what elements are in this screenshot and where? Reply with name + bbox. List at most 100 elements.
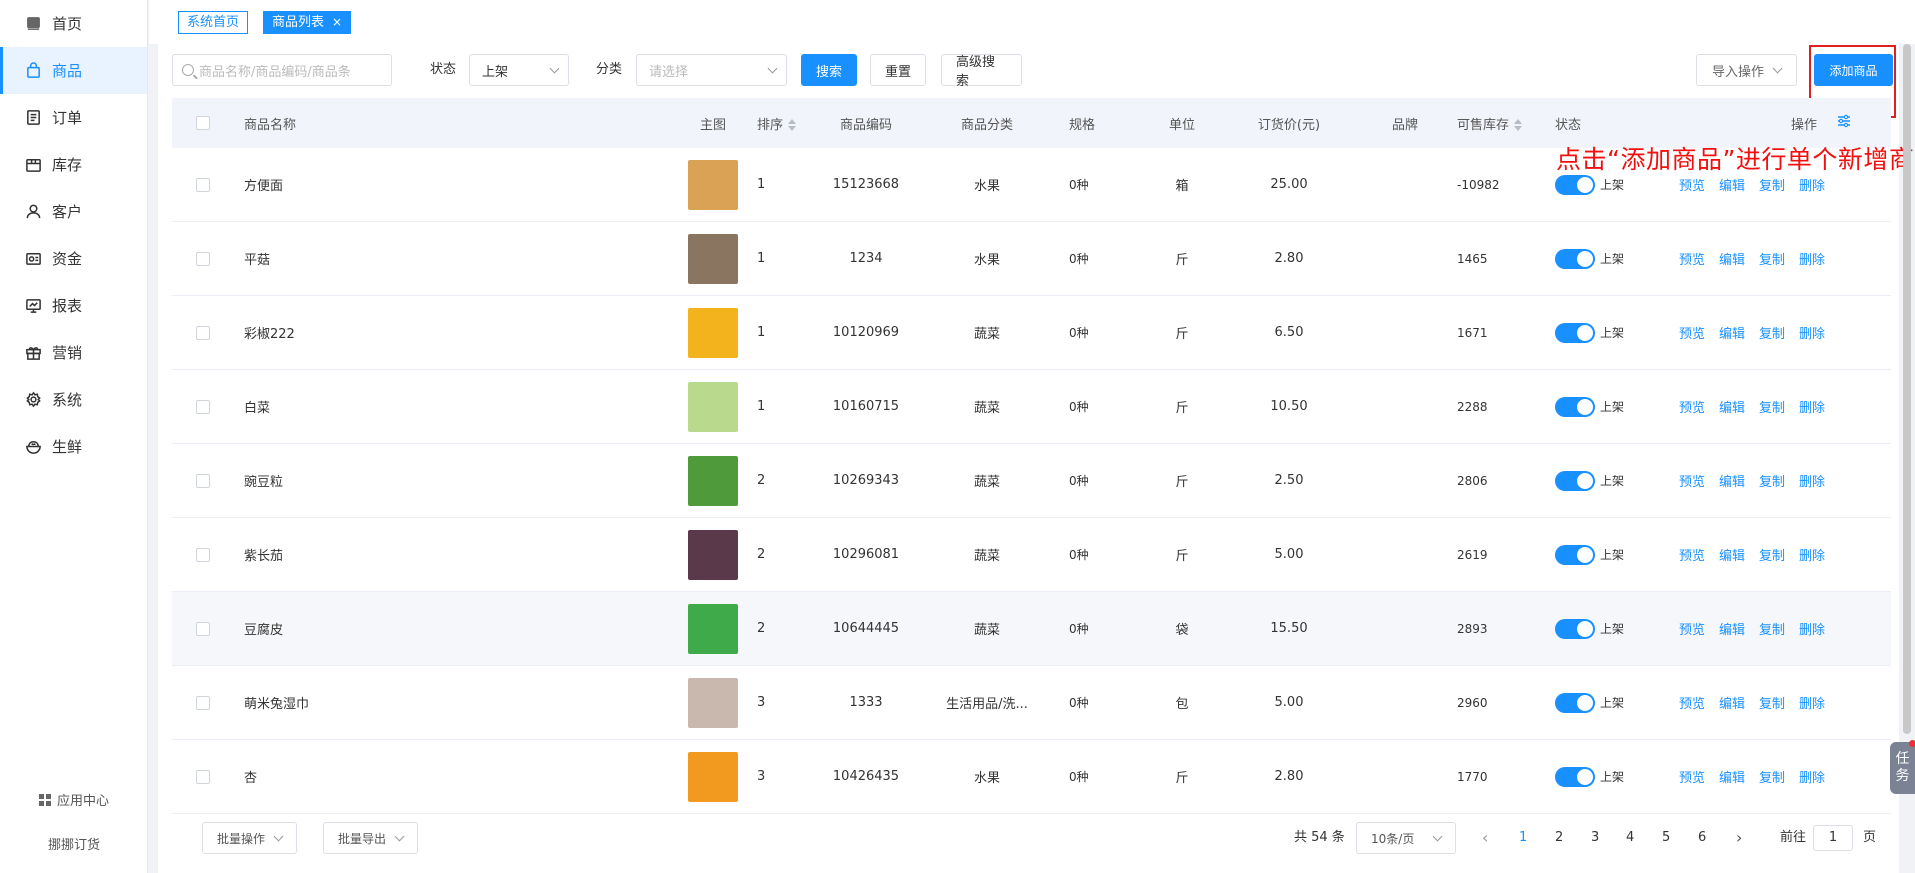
copy-link[interactable]: 复制 [1759,619,1785,638]
row-checkbox[interactable] [196,473,210,488]
sidebar-item-funds[interactable]: 资金 [0,235,147,282]
preview-link[interactable]: 预览 [1679,545,1705,564]
edit-link[interactable]: 编辑 [1719,545,1745,564]
product-image[interactable] [688,307,738,358]
page-3[interactable]: 3 [1591,822,1599,854]
sidebar-item-products[interactable]: 商品 [0,47,147,94]
row-checkbox[interactable] [196,325,210,340]
status-toggle[interactable] [1555,544,1595,565]
delete-link[interactable]: 删除 [1799,397,1825,416]
batch-export-button[interactable]: 批量导出 [323,822,419,854]
sidebar-item-system[interactable]: 系统 [0,376,147,423]
status-toggle[interactable] [1555,396,1595,417]
task-float-button[interactable]: 任 务 [1890,742,1915,794]
status-toggle[interactable] [1555,174,1595,195]
preview-link[interactable]: 预览 [1679,619,1705,638]
sidebar-item-customers[interactable]: 客户 [0,188,147,235]
copy-link[interactable]: 复制 [1759,545,1785,564]
page-4[interactable]: 4 [1626,822,1634,854]
delete-link[interactable]: 删除 [1799,471,1825,490]
edit-link[interactable]: 编辑 [1719,693,1745,712]
product-image[interactable] [688,159,738,210]
edit-link[interactable]: 编辑 [1719,471,1745,490]
header-stock[interactable]: 可售库存 [1445,114,1555,133]
copy-link[interactable]: 复制 [1759,471,1785,490]
prev-page-icon[interactable]: ‹ [1482,822,1488,854]
delete-link[interactable]: 删除 [1799,693,1825,712]
copy-link[interactable]: 复制 [1759,767,1785,786]
preview-link[interactable]: 预览 [1679,471,1705,490]
delete-link[interactable]: 删除 [1799,175,1825,194]
next-page-icon[interactable]: › [1736,822,1742,854]
copy-link[interactable]: 复制 [1759,175,1785,194]
row-checkbox[interactable] [196,399,210,414]
preview-link[interactable]: 预览 [1679,767,1705,786]
status-toggle[interactable] [1555,618,1595,639]
product-image[interactable] [688,381,738,432]
edit-link[interactable]: 编辑 [1719,249,1745,268]
header-sort[interactable]: 排序 [743,114,817,133]
product-image[interactable] [688,751,738,802]
product-image[interactable] [688,529,738,580]
tag-product-list[interactable]: 商品列表 × [263,11,352,34]
status-toggle[interactable] [1555,766,1595,787]
app-center-link[interactable]: 应用中心 [0,790,148,809]
category-select[interactable]: 请选择 [636,54,787,86]
advanced-search-button[interactable]: 高级搜索 [941,54,1022,89]
select-all-checkbox[interactable] [196,116,210,130]
scrollbar[interactable] [1903,44,1911,734]
sidebar-item-fresh[interactable]: 生鲜 [0,423,147,470]
edit-link[interactable]: 编辑 [1719,175,1745,194]
tag-home[interactable]: 系统首页 [178,11,249,34]
close-icon[interactable]: × [332,15,342,29]
copy-link[interactable]: 复制 [1759,397,1785,416]
copy-link[interactable]: 复制 [1759,249,1785,268]
page-size-select[interactable]: 10条/页 [1356,822,1456,854]
goto-page-input[interactable]: 1 [1813,825,1853,851]
row-checkbox[interactable] [196,177,210,192]
row-checkbox[interactable] [196,547,210,562]
reset-button[interactable]: 重置 [870,54,926,86]
sidebar-item-reports[interactable]: 报表 [0,282,147,329]
row-checkbox[interactable] [196,695,210,710]
copy-link[interactable]: 复制 [1759,693,1785,712]
column-settings-icon[interactable] [1837,114,1851,128]
sidebar-item-inventory[interactable]: 库存 [0,141,147,188]
batch-ops-button[interactable]: 批量操作 [202,822,298,854]
delete-link[interactable]: 删除 [1799,249,1825,268]
product-image[interactable] [688,603,738,654]
product-image[interactable] [688,455,738,506]
sidebar-item-home[interactable]: 首页 [0,0,147,47]
row-checkbox[interactable] [196,251,210,266]
status-toggle[interactable] [1555,248,1595,269]
preview-link[interactable]: 预览 [1679,175,1705,194]
page-2[interactable]: 2 [1555,822,1563,854]
preview-link[interactable]: 预览 [1679,397,1705,416]
search-button[interactable]: 搜索 [801,54,857,86]
product-image[interactable] [688,677,738,728]
delete-link[interactable]: 删除 [1799,323,1825,342]
preview-link[interactable]: 预览 [1679,249,1705,268]
sidebar-item-orders[interactable]: 订单 [0,94,147,141]
status-toggle[interactable] [1555,322,1595,343]
sort-icon[interactable] [788,119,797,131]
status-select[interactable]: 上架 [469,54,569,86]
edit-link[interactable]: 编辑 [1719,397,1745,416]
delete-link[interactable]: 删除 [1799,619,1825,638]
sidebar-item-marketing[interactable]: 营销 [0,329,147,376]
status-toggle[interactable] [1555,692,1595,713]
row-checkbox[interactable] [196,769,210,784]
edit-link[interactable]: 编辑 [1719,323,1745,342]
delete-link[interactable]: 删除 [1799,767,1825,786]
copy-link[interactable]: 复制 [1759,323,1785,342]
import-ops-button[interactable]: 导入操作 [1696,54,1797,86]
preview-link[interactable]: 预览 [1679,323,1705,342]
preview-link[interactable]: 预览 [1679,693,1705,712]
search-input[interactable]: 商品名称/商品编码/商品条 [172,54,392,86]
page-1[interactable]: 1 [1519,822,1527,854]
status-toggle[interactable] [1555,470,1595,491]
edit-link[interactable]: 编辑 [1719,619,1745,638]
edit-link[interactable]: 编辑 [1719,767,1745,786]
row-checkbox[interactable] [196,621,210,636]
delete-link[interactable]: 删除 [1799,545,1825,564]
